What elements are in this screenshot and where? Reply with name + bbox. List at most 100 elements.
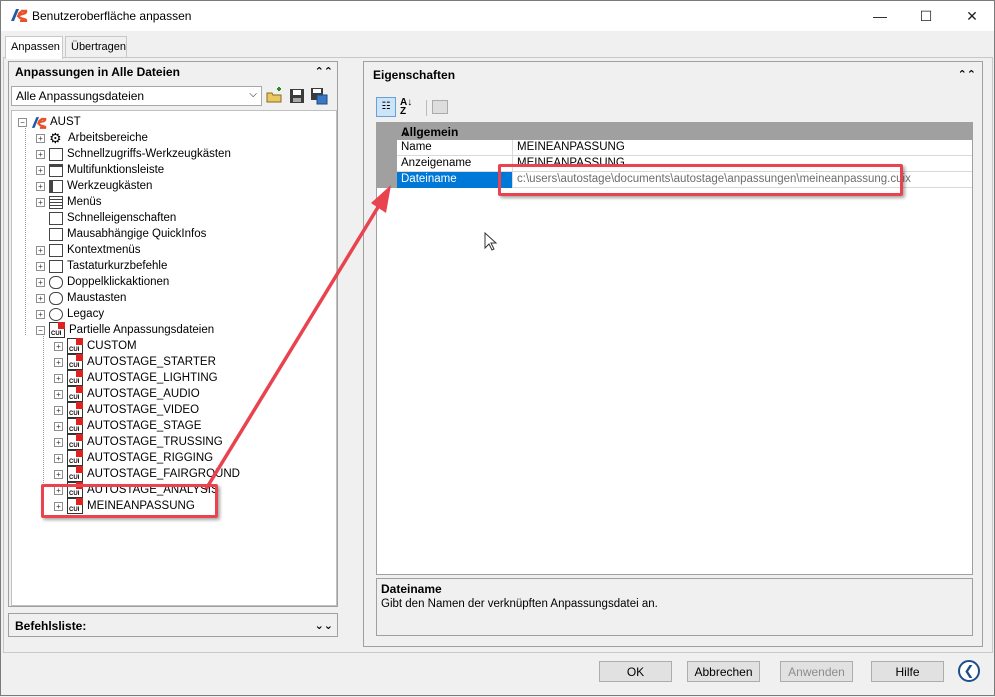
help-button[interactable]: Hilfe	[871, 661, 944, 682]
tree-item-label: Legacy	[67, 308, 105, 320]
customization-tree[interactable]: − AUST + ⚙ Arbeitsbereiche + Schnellzugr…	[11, 110, 337, 606]
expand-icon[interactable]: +	[54, 421, 63, 431]
tree-item-label: Partielle Anpassungsdateien	[69, 324, 215, 336]
expand-icon[interactable]: +	[36, 165, 45, 175]
partial-file-custom[interactable]: + CUI CUSTOM	[54, 338, 137, 354]
expand-icon[interactable]: +	[36, 133, 45, 143]
minimize-button[interactable]: —	[857, 1, 903, 31]
partial-file-lighting[interactable]: + CUI AUTOSTAGE_LIGHTING	[54, 370, 218, 386]
partial-file-video[interactable]: + CUI AUTOSTAGE_VIDEO	[54, 402, 199, 418]
alphabetical-sort-icon[interactable]: A↓ Z	[400, 98, 420, 118]
partial-file-audio[interactable]: + CUI AUTOSTAGE_AUDIO	[54, 386, 200, 402]
apply-button[interactable]: Anwenden	[780, 661, 853, 682]
tab-uebertragen[interactable]: Übertragen	[65, 36, 127, 58]
mouse-cursor-icon	[484, 232, 498, 251]
expand-icon[interactable]: +	[36, 309, 45, 319]
cui-file-icon: CUI	[67, 434, 83, 450]
tree-item-menues[interactable]: + Menüs	[36, 194, 102, 210]
properties-header: Eigenschaften ⌃⌃	[364, 65, 982, 87]
expand-icon[interactable]: +	[36, 293, 45, 303]
toolbar-icon	[49, 179, 63, 193]
toolbar-separator	[426, 100, 427, 116]
partial-file-label: AUTOSTAGE_FAIRGROUND	[87, 468, 240, 480]
tree-item-label: Schnellzugriffs-Werkzeugkästen	[67, 148, 231, 160]
property-name: Anzeigename	[397, 156, 513, 172]
expand-icon[interactable]: +	[54, 437, 63, 447]
property-pages-icon[interactable]	[432, 100, 448, 114]
collapse-left-icon[interactable]: ❮	[958, 660, 980, 682]
expand-icon[interactable]: +	[54, 469, 63, 479]
customizations-header: Anpassungen in Alle Dateien ⌃⌃	[9, 62, 337, 84]
tree-item-schnellzugriff[interactable]: + Schnellzugriffs-Werkzeugkästen	[36, 146, 231, 162]
property-row-name[interactable]: Name MEINEANPASSUNG	[397, 140, 972, 156]
expand-icon[interactable]: +	[54, 405, 63, 415]
tree-root[interactable]: − AUST	[18, 114, 81, 130]
partial-file-starter[interactable]: + CUI AUTOSTAGE_STARTER	[54, 354, 216, 370]
expand-icon[interactable]: +	[36, 277, 45, 287]
collapse-up-icon[interactable]: ⌃⌃	[958, 68, 976, 81]
tree-item-multifunktionsleiste[interactable]: + Multifunktionsleiste	[36, 162, 164, 178]
open-file-icon[interactable]	[266, 87, 284, 105]
expand-icon[interactable]: +	[36, 181, 45, 191]
property-name: Name	[397, 140, 513, 156]
ok-button[interactable]: OK	[599, 661, 672, 682]
partial-file-label: AUTOSTAGE_RIGGING	[87, 452, 214, 464]
file-filter-dropdown[interactable]: Alle Anpassungsdateien ⌵	[11, 86, 262, 106]
tree-item-label: Kontextmenüs	[67, 244, 141, 256]
expand-icon[interactable]: +	[36, 261, 45, 271]
categorized-view-icon[interactable]: ☷	[376, 97, 396, 117]
description-text: Gibt den Namen der verknüpften Anpassung…	[381, 598, 658, 610]
tab-anpassen[interactable]: Anpassen	[5, 36, 63, 59]
tree-item-arbeitsbereiche[interactable]: + ⚙ Arbeitsbereiche	[36, 130, 148, 146]
collapse-icon[interactable]: −	[36, 325, 45, 335]
tree-item-kontextmenues[interactable]: + Kontextmenüs	[36, 242, 141, 258]
category-allgemein[interactable]: ⌄ Allgemein	[377, 123, 972, 140]
expand-icon[interactable]: +	[54, 453, 63, 463]
partial-file-label: AUTOSTAGE_LIGHTING	[87, 372, 218, 384]
collapse-icon[interactable]: −	[18, 117, 27, 127]
tree-item-label: Tastaturkurzbefehle	[67, 260, 168, 272]
property-value[interactable]: MEINEANPASSUNG	[514, 140, 628, 156]
grid-gutter	[377, 140, 397, 188]
partial-file-stage[interactable]: + CUI AUTOSTAGE_STAGE	[54, 418, 201, 434]
tree-item-legacy[interactable]: + Legacy	[36, 306, 104, 322]
command-list-panel[interactable]: Befehlsliste: ⌄⌄	[8, 613, 338, 637]
tree-item-tastaturkurzbefehle[interactable]: + Tastaturkurzbefehle	[36, 258, 167, 274]
expand-icon[interactable]: +	[36, 197, 45, 207]
partial-file-trussing[interactable]: + CUI AUTOSTAGE_TRUSSING	[54, 434, 223, 450]
gear-icon: ⚙	[49, 129, 62, 146]
tree-item-partielle-anpassungsdateien[interactable]: − CUI Partielle Anpassungsdateien	[36, 322, 214, 338]
expand-icon[interactable]: +	[54, 341, 63, 351]
cui-file-icon: CUI	[67, 386, 83, 402]
expand-icon[interactable]: +	[54, 357, 63, 367]
cui-file-icon: CUI	[67, 354, 83, 370]
tree-item-schnelleigenschaften[interactable]: Schnelleigenschaften	[36, 210, 176, 226]
expand-icon[interactable]: +	[54, 373, 63, 383]
save-icon[interactable]	[288, 87, 306, 105]
expand-icon[interactable]: +	[54, 389, 63, 399]
cancel-button[interactable]: Abbrechen	[687, 661, 760, 682]
tree-item-label: Menüs	[67, 196, 102, 208]
close-button[interactable]: ✕	[949, 1, 995, 31]
tree-item-label: Schnelleigenschaften	[67, 212, 177, 224]
expand-icon[interactable]: +	[36, 245, 45, 255]
file-filter-value: Alle Anpassungsdateien	[16, 89, 145, 103]
tree-item-werkzeugkaesten[interactable]: + Werkzeugkästen	[36, 178, 152, 194]
collapse-up-icon[interactable]: ⌃⌃	[315, 65, 333, 78]
partial-file-fairground[interactable]: + CUI AUTOSTAGE_FAIRGROUND	[54, 466, 240, 482]
partial-file-rigging[interactable]: + CUI AUTOSTAGE_RIGGING	[54, 450, 213, 466]
tree-item-quickinfos[interactable]: Mausabhängige QuickInfos	[36, 226, 206, 242]
tree-item-doppelklickaktionen[interactable]: + Doppelklickaktionen	[36, 274, 169, 290]
tree-item-maustasten[interactable]: + Maustasten	[36, 290, 126, 306]
save-as-icon[interactable]	[310, 87, 328, 105]
expand-icon[interactable]: +	[36, 149, 45, 159]
maximize-button[interactable]: ☐	[903, 1, 949, 31]
tooltip-icon	[49, 227, 63, 241]
properties-panel: Eigenschaften ⌃⌃ ☷ A↓ Z ⌄ Allgemein Name …	[363, 61, 983, 647]
annotation-highlight-tree	[41, 484, 218, 518]
tree-item-label: Werkzeugkästen	[67, 180, 153, 192]
expand-down-icon[interactable]: ⌄⌄	[315, 619, 333, 632]
partial-file-label: AUTOSTAGE_STAGE	[87, 420, 202, 432]
customize-ui-window: Benutzeroberfläche anpassen — ☐ ✕ Anpass…	[0, 0, 995, 696]
partial-file-label: AUTOSTAGE_VIDEO	[87, 404, 200, 416]
